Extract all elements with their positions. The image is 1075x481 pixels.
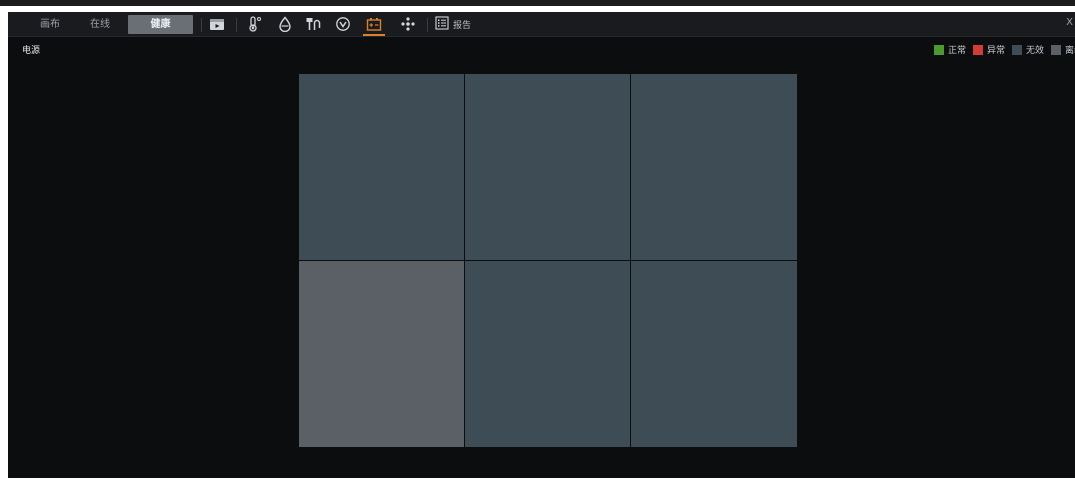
fan-icon[interactable] bbox=[400, 16, 416, 32]
legend-swatch bbox=[1011, 44, 1022, 55]
health-monitor-panel: 画布 在线 健康 报告 X 电源 正常 异常 无效 离 bbox=[8, 12, 1075, 478]
battery-power-icon[interactable] bbox=[363, 16, 385, 36]
legend-item-abnormal: 异常 bbox=[972, 43, 1005, 56]
legend-label: 无效 bbox=[1025, 46, 1044, 56]
legend-label: 异常 bbox=[986, 46, 1005, 56]
thermometer-icon[interactable] bbox=[247, 16, 263, 32]
power-module-cell[interactable] bbox=[465, 261, 630, 447]
legend-swatch bbox=[972, 44, 983, 55]
power-module-cell[interactable] bbox=[631, 74, 797, 260]
legend-label: 正常 bbox=[947, 46, 966, 56]
humidity-drop-icon[interactable] bbox=[277, 16, 293, 32]
report-label: 报告 bbox=[453, 20, 472, 31]
plug-icon[interactable] bbox=[305, 16, 321, 32]
power-module-cell[interactable] bbox=[631, 261, 797, 447]
tab-health[interactable]: 健康 bbox=[128, 15, 193, 34]
toolbar-divider bbox=[201, 18, 202, 32]
report-list-icon bbox=[435, 15, 449, 34]
power-module-grid bbox=[299, 74, 797, 448]
report-button[interactable]: 报告 bbox=[435, 15, 472, 34]
screen-display-icon[interactable] bbox=[209, 16, 225, 32]
section-title: 电源 bbox=[22, 46, 41, 56]
status-legend: 正常 异常 无效 离线 bbox=[927, 43, 1075, 56]
window-top-bar bbox=[0, 0, 1075, 6]
tab-online[interactable]: 在线 bbox=[78, 15, 122, 34]
legend-item-invalid: 无效 bbox=[1011, 43, 1044, 56]
voltage-icon[interactable] bbox=[335, 16, 351, 32]
power-module-cell[interactable] bbox=[299, 261, 464, 447]
legend-item-normal: 正常 bbox=[933, 43, 966, 56]
close-button[interactable]: X bbox=[1066, 17, 1073, 28]
toolbar-divider bbox=[427, 18, 428, 32]
power-module-cell[interactable] bbox=[299, 74, 464, 260]
legend-item-offline: 离线 bbox=[1051, 43, 1075, 56]
tab-canvas[interactable]: 画布 bbox=[28, 15, 72, 34]
legend-swatch bbox=[1051, 44, 1061, 55]
legend-label: 离线 bbox=[1065, 46, 1075, 56]
toolbar-divider bbox=[236, 18, 237, 32]
power-module-cell[interactable] bbox=[465, 74, 630, 260]
legend-swatch bbox=[933, 44, 944, 55]
toolbar: 画布 在线 健康 报告 X bbox=[8, 12, 1075, 37]
